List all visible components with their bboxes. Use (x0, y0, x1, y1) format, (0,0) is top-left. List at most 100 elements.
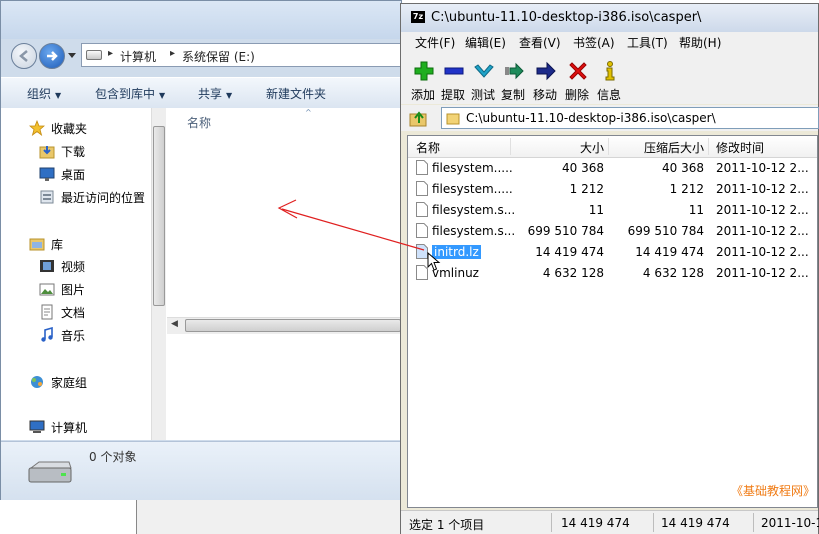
share-button[interactable]: 共享 ▼ (198, 85, 232, 102)
file-size: 1 212 (569, 182, 604, 196)
music-note-icon (41, 327, 53, 342)
file-size: 40 368 (562, 161, 604, 175)
sort-indicator-icon: ^ (305, 108, 312, 117)
explorer-titlebar (1, 1, 401, 39)
back-arrow-icon (19, 50, 28, 62)
caret-down-icon: ▼ (226, 91, 233, 100)
forward-button[interactable] (39, 43, 65, 69)
nav-item-label: 下载 (61, 145, 86, 159)
sevenzip-app-icon: 7z (411, 11, 425, 23)
navigation-scrollbar[interactable] (151, 108, 166, 440)
nav-homegroup-label: 家庭组 (51, 376, 88, 390)
nav-item-label: 文档 (61, 306, 86, 320)
path-bar: C:\ubuntu-11.10-desktop-i386.iso\casper\ (401, 105, 819, 131)
column-header-name[interactable]: 名称 (416, 139, 440, 156)
column-header-modified[interactable]: 修改时间 (716, 139, 764, 156)
breadcrumb-drive[interactable]: 系统保留 (E:) (182, 48, 255, 65)
file-row[interactable]: filesystem..... 1 212 1 212 2011-10-12 2... (408, 179, 817, 200)
include-in-library-label: 包含到库中 (95, 87, 156, 101)
file-row[interactable]: filesystem..... 40 368 40 368 2011-10-12 2.… (408, 158, 817, 179)
document-icon (41, 304, 53, 320)
status-modified: 2011-10-1... (761, 516, 819, 530)
info-button[interactable]: 信息 (595, 56, 623, 102)
desktop-icon (39, 167, 55, 181)
sevenzip-toolbar: 添加 提取 测试 复制 移动 删除 信息 (401, 52, 818, 104)
nav-item-label: 桌面 (61, 168, 86, 182)
details-pane: 0 个对象 (1, 441, 401, 500)
file-packed-size: 4 632 128 (642, 266, 704, 280)
file-list[interactable]: 名称 大小 压缩后大小 修改时间 filesystem..... 40 368 40… (407, 135, 818, 508)
menu-edit[interactable]: 编辑(E) (465, 34, 506, 51)
recent-places-icon (40, 190, 54, 204)
recent-pages-dropdown-icon[interactable] (68, 53, 76, 59)
menu-tools[interactable]: 工具(T) (627, 34, 668, 51)
file-row[interactable]: filesystem.s... 699 510 784 699 510 784 201… (408, 221, 817, 242)
column-separator[interactable] (708, 138, 709, 155)
file-packed-size: 11 (688, 203, 704, 217)
content-horizontal-scrollbar[interactable]: ◀ (167, 317, 401, 334)
organize-label: 组织 (27, 87, 52, 101)
address-bar[interactable]: ▸ 计算机 ▸ 系统保留 (E:) (81, 43, 411, 67)
horizontal-scrollbar-thumb[interactable] (185, 319, 401, 332)
mouse-cursor-icon (427, 252, 441, 271)
scroll-left-icon[interactable]: ◀ (171, 319, 178, 329)
file-modified: 2011-10-12 2... (716, 203, 809, 217)
file-modified: 2011-10-12 2... (716, 182, 809, 196)
menu-bookmarks[interactable]: 书签(A) (573, 34, 615, 51)
video-icon (40, 260, 54, 272)
file-name: filesystem..... (432, 182, 513, 196)
menu-help[interactable]: 帮助(H) (679, 34, 721, 51)
sevenzip-window: 7z C:\ubuntu-11.10-desktop-i386.iso\casp… (400, 3, 819, 534)
back-button[interactable] (11, 43, 37, 69)
picture-icon (39, 283, 55, 296)
menu-view[interactable]: 查看(V) (519, 34, 561, 51)
file-name: filesystem.s... (432, 203, 516, 217)
column-header-name[interactable]: 名称 (187, 114, 211, 131)
include-in-library-button[interactable]: 包含到库中 ▼ (95, 85, 165, 102)
navigation-scrollbar-thumb[interactable] (153, 126, 165, 306)
file-row[interactable]: filesystem.s... 11 11 2011-10-12 2... (408, 200, 817, 221)
file-icon (416, 160, 428, 175)
move-button[interactable]: 移动 (531, 56, 559, 102)
libraries-icon (29, 238, 45, 251)
new-folder-button[interactable]: 新建文件夹 (266, 85, 326, 102)
navigation-pane: 收藏夹 下载 桌面 最近访问的位置 库 视频 图片 文档 音乐 家庭组 计算机 (1, 108, 151, 440)
status-separator (653, 513, 654, 532)
copy-arrow-icon (505, 62, 524, 80)
desktop-background (0, 500, 136, 534)
plus-icon (414, 61, 434, 81)
downloads-folder-icon (39, 146, 55, 159)
file-name: filesystem..... (432, 161, 513, 175)
path-input[interactable]: C:\ubuntu-11.10-desktop-i386.iso\casper\ (441, 107, 819, 129)
item-count-text: 0 个对象 (89, 450, 137, 464)
file-icon (416, 202, 428, 217)
column-header-packed-size[interactable]: 压缩后大小 (644, 139, 704, 156)
nav-libraries-label: 库 (51, 238, 64, 252)
copy-button[interactable]: 复制 (499, 56, 527, 102)
organize-button[interactable]: 组织 ▼ (27, 85, 61, 102)
folder-icon (446, 113, 460, 125)
caret-down-icon: ▼ (55, 91, 62, 100)
info-label: 信息 (596, 88, 621, 102)
file-row[interactable]: vmlinuz 4 632 128 4 632 128 2011-10-12 2... (408, 263, 817, 284)
file-row[interactable]: initrd.lz 14 419 474 14 419 474 2011-10-12 … (408, 242, 817, 263)
file-size: 14 419 474 (535, 245, 604, 259)
menu-file[interactable]: 文件(F) (415, 34, 455, 51)
column-separator[interactable] (608, 138, 609, 155)
breadcrumb-computer[interactable]: 计算机 (120, 48, 156, 65)
nav-item-label: 最近访问的位置 (61, 191, 146, 205)
explorer-toolbar: 组织 ▼ 包含到库中 ▼ 共享 ▼ 新建文件夹 (1, 77, 401, 109)
file-size: 4 632 128 (542, 266, 604, 280)
column-separator[interactable] (510, 138, 511, 155)
content-pane[interactable]: ^ 名称 (167, 108, 401, 440)
delete-x-icon (569, 62, 587, 80)
file-size: 699 510 784 (527, 224, 604, 238)
column-header-size[interactable]: 大小 (580, 139, 604, 156)
breadcrumb-separator-icon[interactable]: ▸ (170, 48, 175, 59)
status-size: 14 419 474 (561, 516, 630, 530)
nav-favorites-label: 收藏夹 (51, 122, 88, 136)
up-folder-button[interactable] (409, 109, 429, 127)
delete-button[interactable]: 删除 (563, 56, 591, 102)
breadcrumb-separator-icon[interactable]: ▸ (108, 48, 113, 59)
watermark-text: 《基础教程网》 (731, 484, 816, 498)
